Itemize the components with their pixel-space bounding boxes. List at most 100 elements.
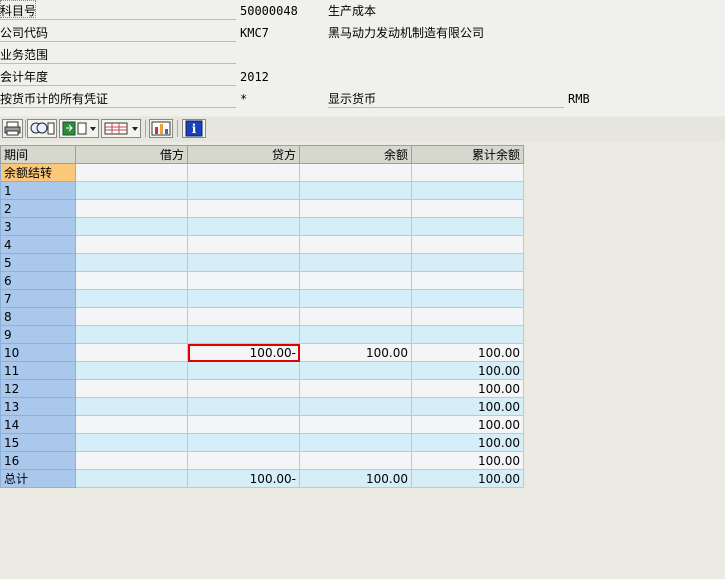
credit-cell[interactable] — [187, 415, 300, 434]
print-button[interactable] — [2, 119, 23, 138]
debit-cell[interactable] — [75, 397, 188, 416]
credit-cell[interactable]: 100.00- — [187, 469, 300, 488]
fiscal-year[interactable]: 2012 — [240, 69, 322, 85]
balance-cell[interactable] — [299, 415, 412, 434]
credit-cell[interactable] — [187, 307, 300, 326]
balance-cell[interactable] — [299, 451, 412, 470]
period-cell[interactable]: 5 — [0, 253, 76, 272]
balance-cell[interactable] — [299, 397, 412, 416]
account-number[interactable]: 50000048 — [240, 3, 322, 19]
balance-cell[interactable] — [299, 379, 412, 398]
cumulative-cell[interactable] — [411, 163, 524, 182]
column-header-period[interactable]: 期间 — [0, 145, 76, 164]
credit-cell[interactable] — [187, 289, 300, 308]
debit-cell[interactable] — [75, 325, 188, 344]
credit-cell[interactable] — [187, 325, 300, 344]
balance-cell[interactable] — [299, 253, 412, 272]
debit-cell[interactable] — [75, 289, 188, 308]
period-cell[interactable]: 9 — [0, 325, 76, 344]
debit-cell[interactable] — [75, 343, 188, 362]
cumulative-cell[interactable]: 100.00 — [411, 379, 524, 398]
credit-cell[interactable] — [187, 199, 300, 218]
column-header-credit[interactable]: 贷方 — [187, 145, 300, 164]
cumulative-cell[interactable] — [411, 307, 524, 326]
debit-cell[interactable] — [75, 307, 188, 326]
credit-cell[interactable] — [187, 181, 300, 200]
period-cell[interactable]: 6 — [0, 271, 76, 290]
cumulative-cell[interactable] — [411, 217, 524, 236]
period-cell[interactable]: 4 — [0, 235, 76, 254]
credit-cell[interactable] — [187, 253, 300, 272]
period-cell[interactable]: 3 — [0, 217, 76, 236]
credit-cell[interactable] — [187, 433, 300, 452]
period-cell[interactable]: 12 — [0, 379, 76, 398]
debit-cell[interactable] — [75, 469, 188, 488]
debit-cell[interactable] — [75, 235, 188, 254]
debit-cell[interactable] — [75, 253, 188, 272]
debit-cell[interactable] — [75, 199, 188, 218]
period-cell[interactable]: 1 — [0, 181, 76, 200]
company-code[interactable]: KMC7 — [240, 25, 322, 41]
debit-cell[interactable] — [75, 361, 188, 380]
credit-cell[interactable] — [187, 163, 300, 182]
debit-cell[interactable] — [75, 271, 188, 290]
period-cell[interactable]: 7 — [0, 289, 76, 308]
info-button[interactable]: i — [182, 119, 206, 138]
period-cell[interactable]: 14 — [0, 415, 76, 434]
chart-button[interactable] — [149, 119, 173, 138]
cumulative-cell[interactable]: 100.00 — [411, 397, 524, 416]
balance-cell[interactable] — [299, 235, 412, 254]
balance-cell[interactable] — [299, 325, 412, 344]
cumulative-cell[interactable]: 100.00 — [411, 433, 524, 452]
debit-cell[interactable] — [75, 181, 188, 200]
balance-cell[interactable] — [299, 361, 412, 380]
column-header-cumulative[interactable]: 累计余额 — [411, 145, 524, 164]
debit-cell[interactable] — [75, 451, 188, 470]
display-currency[interactable]: RMB — [568, 91, 590, 107]
cumulative-cell[interactable]: 100.00 — [411, 343, 524, 362]
cumulative-cell[interactable]: 100.00 — [411, 361, 524, 380]
debit-cell[interactable] — [75, 163, 188, 182]
column-header-debit[interactable]: 借方 — [75, 145, 188, 164]
balance-cell[interactable] — [299, 433, 412, 452]
column-header-balance[interactable]: 余额 — [299, 145, 412, 164]
balance-cell[interactable] — [299, 199, 412, 218]
balance-cell[interactable] — [299, 271, 412, 290]
period-cell[interactable]: 总计 — [0, 469, 76, 488]
period-cell[interactable]: 8 — [0, 307, 76, 326]
currency-docs-value[interactable]: * — [240, 91, 322, 107]
credit-cell[interactable]: 100.00- — [187, 343, 300, 362]
credit-cell[interactable] — [187, 361, 300, 380]
period-cell[interactable]: 余额结转 — [0, 163, 76, 182]
period-cell[interactable]: 16 — [0, 451, 76, 470]
balance-cell[interactable] — [299, 289, 412, 308]
debit-cell[interactable] — [75, 415, 188, 434]
layout-button[interactable] — [101, 119, 141, 138]
credit-cell[interactable] — [187, 397, 300, 416]
cumulative-cell[interactable] — [411, 199, 524, 218]
debit-cell[interactable] — [75, 217, 188, 236]
cumulative-cell[interactable] — [411, 325, 524, 344]
cumulative-cell[interactable]: 100.00 — [411, 469, 524, 488]
period-cell[interactable]: 2 — [0, 199, 76, 218]
balance-cell[interactable]: 100.00 — [299, 343, 412, 362]
cumulative-cell[interactable]: 100.00 — [411, 415, 524, 434]
find-button[interactable] — [27, 119, 57, 138]
balance-cell[interactable] — [299, 181, 412, 200]
cumulative-cell[interactable] — [411, 289, 524, 308]
credit-cell[interactable] — [187, 235, 300, 254]
period-cell[interactable]: 13 — [0, 397, 76, 416]
balance-cell[interactable] — [299, 307, 412, 326]
balance-cell[interactable] — [299, 163, 412, 182]
credit-cell[interactable] — [187, 271, 300, 290]
debit-cell[interactable] — [75, 433, 188, 452]
balance-cell[interactable]: 100.00 — [299, 469, 412, 488]
cumulative-cell[interactable]: 100.00 — [411, 451, 524, 470]
credit-cell[interactable] — [187, 451, 300, 470]
cumulative-cell[interactable] — [411, 235, 524, 254]
cumulative-cell[interactable] — [411, 181, 524, 200]
debit-cell[interactable] — [75, 379, 188, 398]
credit-cell[interactable] — [187, 217, 300, 236]
period-cell[interactable]: 15 — [0, 433, 76, 452]
cumulative-cell[interactable] — [411, 253, 524, 272]
